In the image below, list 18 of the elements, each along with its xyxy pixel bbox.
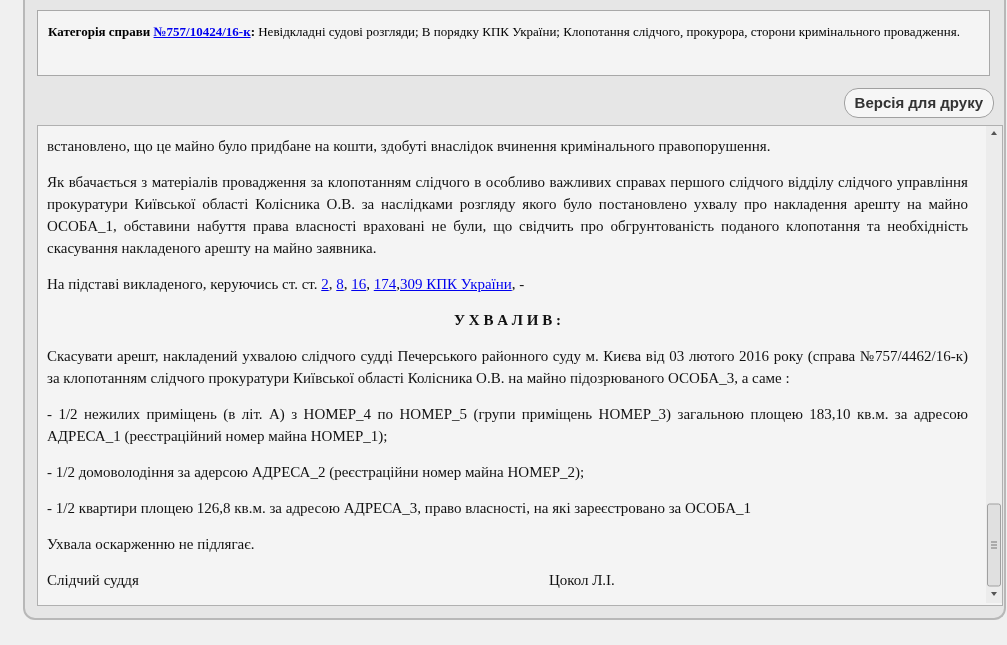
paragraph: Ухвала оскарженню не підлягає.	[47, 535, 256, 554]
paragraph: - 1/2 квартири площею 126,8 кв.м. за адресою АДРЕСА_3, право власності, на які зареєстровано за ОСОБА_1	[47, 499, 753, 518]
paragraph: На підставі викладеного, керуючись ст. ст. 2, 8, 16, 174,309 КПК України, -	[47, 275, 526, 294]
article-link[interactable]: 309 КПК України	[400, 276, 512, 292]
paragraph: Як вбачається з матеріалів провадження за клопотанням слідчого в особливо важливих справах першого слідчого відділу слідчого управління прокуратури Київської області Колісника О.В. за наслідками розгляду якого було постановлено ухвалу про накладення арешту на майно ОСОБА_1, обставини набуття права власності враховані не були, що свідчить про обгрунтованість поданого клопотання та необхідність скасування накладеного арешту на майно заявника.	[47, 173, 968, 258]
signature-name: Цокол Л.І.	[549, 571, 615, 590]
print-version-button[interactable]: Версія для друку	[843, 88, 994, 118]
paragraph: - 1/2 нежилих приміщень (в літ. А) з НОМЕР_4 по НОМЕР_5 (групи приміщень НОМЕР_3) загальною площею 183,10 кв.м. за адресою АДРЕСА_1 (реєстраційний номер майна НОМЕР_1);	[47, 405, 968, 446]
paragraph: встановлено, що це майно було придбане на кошти, здобуті внаслідок вчинення кримінального правопорушення.	[47, 137, 772, 156]
paragraph: - 1/2 домоволодіння за адерсою АДРЕСА_2 (реєстраційни номер майна НОМЕР_2);	[47, 463, 586, 482]
paragraph: Скасувати арешт, накладений ухвалою слідчого судді Печерського районного суду м. Києва від 03 лютого 2016 року (справа №757/4462/16-к) за клопотанням слідчого прокуратури Київської області Колісника О.В. на майно підозрюваного ОСОБА_3, а саме :	[47, 347, 968, 388]
ruling-heading: У Х В А Л И В :	[453, 311, 562, 330]
article-link[interactable]: 8	[336, 276, 344, 292]
signature-role: Слідчий суддя	[47, 571, 140, 590]
case-link[interactable]: №757/10424/16-к	[153, 24, 251, 39]
article-link[interactable]: 174	[373, 276, 397, 292]
article-link[interactable]: 2	[321, 276, 329, 292]
category-text: Категорія справи №757/10424/16-к: Невідкладні судові розгляди; В порядку КПК України; Клопотання слідчого, прокурора, сторони кримінального провадження.	[48, 23, 961, 41]
